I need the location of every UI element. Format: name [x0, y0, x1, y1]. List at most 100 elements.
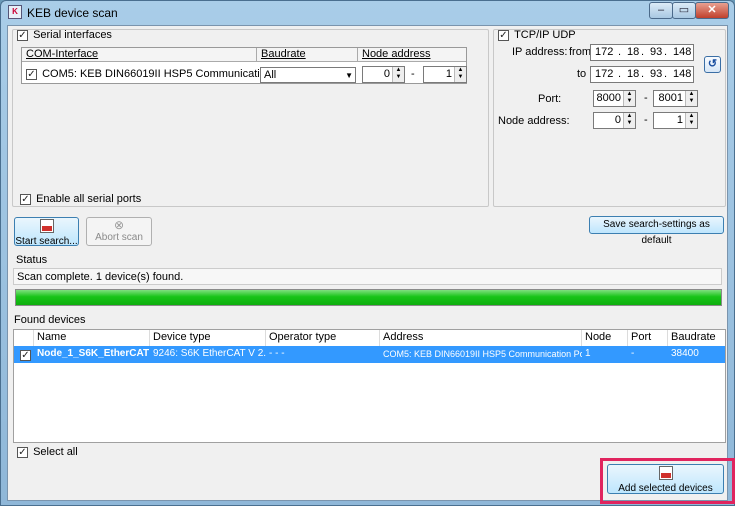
ip-from-octet-2: 18 [627, 46, 640, 58]
select-all-row: ✓ Select all [17, 446, 78, 458]
ip-to-octet-3: 93 [650, 68, 663, 80]
start-search-button[interactable]: Start search... [14, 217, 79, 247]
tcp-node-from-spinner[interactable]: 0 ▲ ▼ [593, 112, 636, 129]
ip-from-input[interactable]: 172 . 18 . 93 . 148 [590, 44, 694, 61]
keb-search-icon [39, 219, 54, 233]
spinner-arrows-icon[interactable]: ▲ ▼ [454, 67, 466, 82]
serial-node-from-spinner[interactable]: 0 ▲ ▼ [362, 66, 405, 83]
window-title: KEB device scan [27, 6, 118, 20]
tcp-group-header: ✓ TCP/IP UDP [498, 29, 576, 41]
port-cell: - [631, 348, 635, 359]
device-type-cell: 9246: S6K EtherCAT V 2.2... [153, 348, 266, 359]
status-label: Status [16, 254, 48, 266]
serial-interfaces-label: Serial interfaces [33, 29, 112, 41]
column-header-baudrate[interactable]: Baudrate [668, 330, 725, 346]
column-header-name[interactable]: Name [34, 330, 150, 346]
keb-device-scan-window: K KEB device scan – ▭ ✕ ✓ Serial interfa… [0, 0, 735, 506]
column-header-operator-type[interactable]: Operator type [266, 330, 380, 346]
serial-node-to-value: 1 [445, 68, 452, 80]
serial-interfaces-checkbox[interactable]: ✓ [17, 29, 28, 41]
ip-address-label: IP address: [512, 46, 568, 58]
ip-to-octet-4: 148 [673, 68, 692, 80]
tcp-ip-udp-checkbox[interactable]: ✓ [498, 29, 509, 41]
found-devices-label: Found devices [14, 314, 86, 326]
column-header-port[interactable]: Port [628, 330, 668, 346]
enable-all-serial-label: Enable all serial ports [36, 193, 142, 205]
swap-ip-icon[interactable]: ↺ [704, 56, 721, 73]
serial-node-to-spinner[interactable]: 1 ▲ ▼ [423, 66, 467, 83]
save-settings-button[interactable]: Save search-settings as default [589, 216, 724, 246]
progress-fill [16, 290, 721, 305]
tcp-ip-udp-label: TCP/IP UDP [514, 29, 576, 41]
serial-range-separator: - [411, 68, 415, 80]
tcp-node-range-separator: - [644, 114, 648, 126]
tcp-node-from-value: 0 [614, 114, 621, 126]
device-name-cell: Node_1_S6K_EtherCAT [37, 348, 150, 359]
ip-from-octet-3: 93 [650, 46, 663, 58]
serial-interfaces-group: ✓ Serial interfaces COM-Interface Baudra… [12, 29, 489, 207]
address-cell: COM5: KEB DIN66019II HSP5 Communication … [383, 349, 582, 359]
com-interface-name: COM5: KEB DIN66019II HSP5 Communication … [42, 68, 296, 80]
table-row[interactable]: ✓ Node_1_S6K_EtherCAT 9246: S6K EtherCAT… [14, 346, 725, 363]
abort-icon: ⊗ [113, 218, 125, 232]
highlight-frame [600, 458, 735, 504]
enable-all-serial-row: ✓ Enable all serial ports [20, 193, 141, 205]
column-header-check [14, 330, 34, 346]
tcp-node-to-spinner[interactable]: 1 ▲ ▼ [653, 112, 698, 129]
port-from-value: 8000 [596, 92, 621, 104]
ip-to-label: to [577, 68, 587, 80]
baudrate-cell: 38400 [671, 348, 699, 359]
tcp-node-to-value: 1 [676, 114, 683, 126]
spinner-arrows-icon[interactable]: ▲ ▼ [392, 67, 404, 82]
keb-app-icon: K [8, 5, 22, 19]
scan-progress-bar [15, 289, 722, 306]
serial-group-header: ✓ Serial interfaces [17, 29, 112, 41]
row-checkbox-cell: ✓ [17, 348, 34, 365]
found-devices-table: Name Device type Operator type Address N… [13, 329, 726, 443]
serial-node-from-value: 0 [383, 68, 390, 80]
close-button[interactable]: ✕ [695, 2, 729, 19]
ip-from-octet-4: 148 [673, 46, 692, 58]
baudrate-value: All [264, 69, 277, 81]
column-header-node-address[interactable]: Node address [358, 48, 466, 62]
dialog-client-area: ✓ Serial interfaces COM-Interface Baudra… [7, 25, 728, 501]
serial-row: ✓ COM5: KEB DIN66019II HSP5 Communicatio… [26, 68, 295, 80]
chevron-down-icon: ▼ [345, 71, 353, 80]
spinner-arrows-icon[interactable]: ▲ ▼ [685, 91, 697, 106]
minimize-button[interactable]: – [649, 2, 673, 19]
operator-type-cell: - - - [269, 348, 285, 359]
spinner-arrows-icon[interactable]: ▲ ▼ [623, 113, 635, 128]
maximize-button[interactable]: ▭ [672, 2, 696, 19]
spinner-arrows-icon[interactable]: ▲ ▼ [685, 113, 697, 128]
port-from-spinner[interactable]: 8000 ▲ ▼ [593, 90, 636, 107]
select-all-checkbox[interactable]: ✓ [17, 446, 28, 458]
baudrate-select[interactable]: All ▼ [260, 67, 356, 83]
abort-scan-button[interactable]: ⊗ Abort scan [86, 217, 152, 246]
ip-to-octet-1: 172 [595, 68, 614, 80]
port-to-spinner[interactable]: 8001 ▲ ▼ [653, 90, 698, 107]
spinner-arrows-icon[interactable]: ▲ ▼ [623, 91, 635, 106]
column-header-device-type[interactable]: Device type [150, 330, 266, 346]
ip-to-input[interactable]: 172 . 18 . 93 . 148 [590, 66, 694, 83]
start-search-label: Start search... [15, 236, 78, 247]
serial-interfaces-table: COM-Interface Baudrate Node address ✓ CO… [21, 47, 467, 84]
column-header-node[interactable]: Node [582, 330, 628, 346]
column-header-address[interactable]: Address [380, 330, 582, 346]
row-checkbox[interactable]: ✓ [20, 349, 31, 361]
ip-to-octet-2: 18 [627, 68, 640, 80]
ip-from-octet-1: 172 [595, 46, 614, 58]
port-label: Port: [538, 93, 562, 105]
select-all-label: Select all [33, 446, 78, 458]
tcp-ip-udp-group: ✓ TCP/IP UDP IP address: from 172 . 18 .… [493, 29, 726, 207]
com5-checkbox[interactable]: ✓ [26, 68, 37, 80]
column-header-baudrate[interactable]: Baudrate [257, 48, 358, 62]
node-cell: 1 [585, 348, 591, 359]
tcp-node-address-label: Node address: [498, 115, 570, 127]
ip-from-label: from [569, 46, 591, 58]
column-header-com-interface[interactable]: COM-Interface [22, 48, 257, 62]
title-bar[interactable]: K KEB device scan – ▭ ✕ [1, 1, 734, 25]
status-text: Scan complete. 1 device(s) found. [13, 268, 722, 285]
port-range-separator: - [644, 92, 648, 104]
enable-all-serial-checkbox[interactable]: ✓ [20, 193, 31, 205]
port-to-value: 8001 [658, 92, 683, 104]
